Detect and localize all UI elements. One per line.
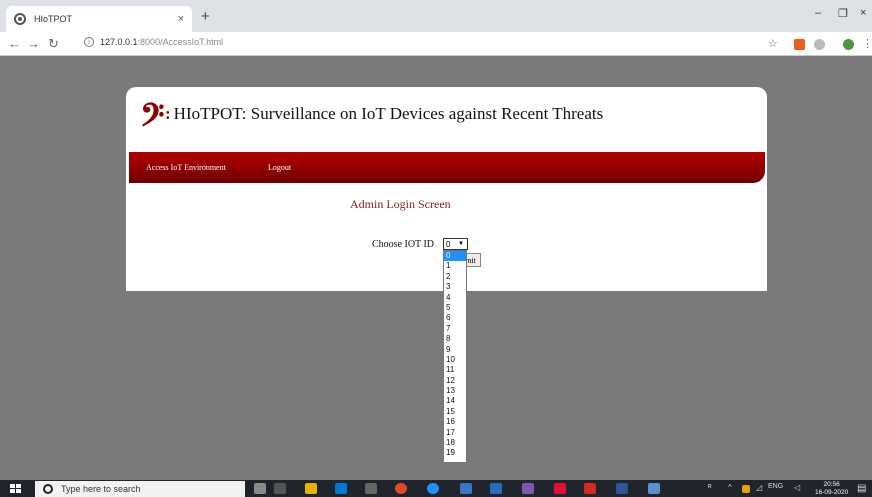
browser-toolbar: ← → ↻ i 127.0.0.1 :8000/AccessIoT.html ☆… (0, 32, 872, 56)
site-title: : HIoTPOT: Surveillance on IoT Devices ag… (165, 104, 604, 124)
tab-close-icon[interactable]: × (178, 13, 184, 25)
select-value: 0 (446, 239, 451, 249)
clock-date: 16-09-2020 (815, 489, 849, 496)
page-heading: Admin Login Screen (350, 197, 451, 211)
extension-icon[interactable] (794, 39, 805, 50)
volume-icon[interactable]: ◁ (794, 483, 800, 492)
dropdown-option[interactable]: 5 (444, 303, 466, 313)
iot-id-select[interactable]: 0 ▼ (443, 238, 468, 250)
dropdown-option[interactable]: 12 (444, 376, 466, 386)
dropdown-option[interactable]: 0 (444, 251, 466, 262)
windows-taskbar: Type here to search ᴿ ^ ◿ ENG ◁ 20:56 16… (0, 480, 872, 497)
dropdown-option[interactable]: 9 (444, 345, 466, 355)
edge-icon[interactable] (427, 483, 439, 494)
app-icon[interactable] (522, 483, 534, 494)
logo-colon: : (165, 104, 171, 123)
app-icon[interactable] (554, 483, 566, 494)
cortana-icon (43, 484, 53, 494)
site-title-text: HIoTPOT: Surveillance on IoT Devices aga… (173, 104, 604, 123)
people-icon[interactable]: ᴿ (708, 483, 712, 492)
notification-icon[interactable]: ▤ (857, 483, 866, 494)
browser-tab-bar: HIoTPOT × + – ❐ × (0, 0, 872, 32)
dropdown-option[interactable]: 7 (444, 324, 466, 334)
close-window-button[interactable]: × (860, 7, 866, 19)
microphone-icon[interactable] (254, 483, 266, 494)
url-host: 127.0.0.1 (100, 37, 138, 47)
app-icon[interactable] (648, 483, 660, 494)
address-bar[interactable]: i 127.0.0.1 :8000/AccessIoT.html (84, 37, 223, 47)
dropdown-option[interactable]: 4 (444, 293, 466, 303)
chrome-icon[interactable] (395, 483, 407, 494)
wifi-icon[interactable]: ◿ (756, 483, 762, 492)
minimize-button[interactable]: – (815, 7, 821, 19)
app-icon[interactable] (460, 483, 472, 494)
dropdown-arrow-icon: ▼ (458, 241, 464, 247)
clock-time: 20:56 (823, 481, 840, 488)
dropdown-option[interactable]: 6 (444, 313, 466, 323)
new-tab-button[interactable]: + (201, 8, 210, 25)
dropdown-option[interactable]: 8 (444, 334, 466, 344)
browser-menu-icon[interactable]: ⋮ (862, 37, 872, 50)
task-view-icon[interactable] (274, 483, 286, 494)
back-icon[interactable]: ← (8, 36, 21, 51)
menu-access-iot[interactable]: Access IoT Environment (146, 163, 226, 172)
forward-icon[interactable]: → (27, 36, 40, 51)
reload-icon[interactable]: ↻ (48, 36, 59, 52)
info-icon[interactable]: i (84, 37, 94, 47)
chrome-favicon-icon (14, 13, 26, 25)
bookmark-star-icon[interactable]: ☆ (768, 37, 778, 50)
acrobat-icon[interactable] (584, 483, 596, 494)
dropdown-option[interactable]: 11 (444, 365, 466, 375)
dropdown-option[interactable]: 13 (444, 386, 466, 396)
word-icon[interactable] (616, 483, 628, 494)
language-indicator[interactable]: ENG (768, 483, 783, 490)
dropdown-option[interactable]: 16 (444, 417, 466, 427)
tab-title: HIoTPOT (34, 14, 73, 24)
app-icon[interactable] (490, 483, 502, 494)
windows-start-icon[interactable] (10, 484, 21, 494)
taskbar-clock[interactable]: 20:56 16-09-2020 (815, 481, 848, 497)
cmd-icon[interactable] (365, 483, 377, 494)
url-path: :8000/AccessIoT.html (137, 37, 224, 47)
profile-icon[interactable] (843, 39, 854, 50)
file-explorer-icon[interactable] (305, 483, 317, 494)
search-placeholder: Type here to search (61, 484, 141, 494)
main-menu-bar: Access IoT Environment Logout (129, 152, 765, 183)
dropdown-option[interactable]: 18 (444, 438, 466, 448)
dropdown-option[interactable]: 19 (444, 448, 466, 458)
extension-icon[interactable] (814, 39, 825, 50)
maximize-button[interactable]: ❐ (838, 7, 848, 20)
dropdown-option[interactable]: 1 (444, 261, 466, 271)
tray-app-icon[interactable] (742, 485, 750, 493)
store-icon[interactable] (335, 483, 347, 494)
dropdown-option[interactable]: 17 (444, 428, 466, 438)
tray-up-icon[interactable]: ^ (728, 483, 732, 492)
taskbar-search-box[interactable]: Type here to search (35, 481, 245, 497)
iot-id-dropdown-list: 0 1 2 3 4 5 6 7 8 9 10 11 12 13 14 15 16 17 18 19 (443, 250, 467, 463)
dropdown-option[interactable]: 2 (444, 272, 466, 282)
browser-tab[interactable]: HIoTPOT × (6, 6, 192, 32)
iot-id-label: Choose IOT ID (372, 239, 435, 250)
dropdown-option[interactable]: 15 (444, 407, 466, 417)
menu-logout[interactable]: Logout (268, 163, 291, 172)
dropdown-option[interactable]: 3 (444, 282, 466, 292)
dropdown-option[interactable]: 14 (444, 396, 466, 406)
logo-icon: 𝄢 (140, 96, 165, 141)
dropdown-option[interactable]: 10 (444, 355, 466, 365)
